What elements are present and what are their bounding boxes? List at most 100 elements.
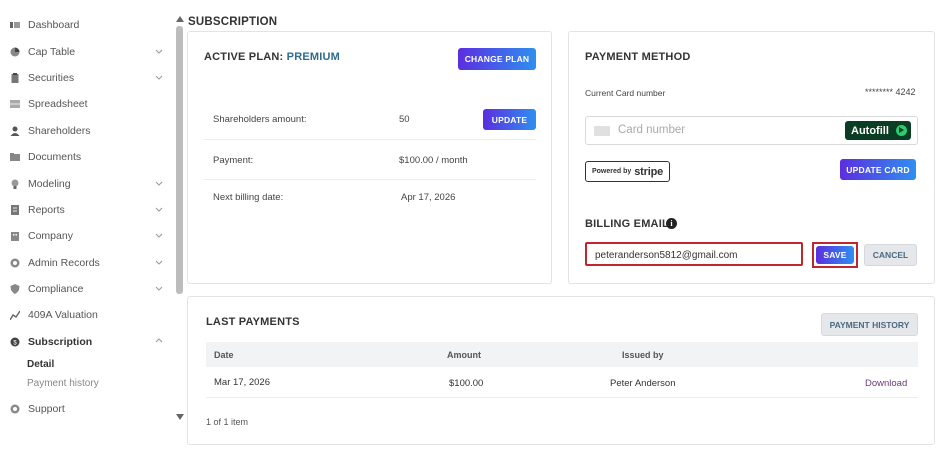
shield-icon (10, 284, 20, 294)
sidebar-item-label: Modeling (28, 178, 71, 190)
support-icon (10, 404, 20, 414)
sidebar-item-subscription[interactable]: $ Subscription (10, 333, 170, 351)
pagination-summary: 1 of 1 item (206, 417, 249, 427)
sidebar-item-409a-valuation[interactable]: 409A Valuation (10, 306, 170, 324)
change-plan-button[interactable]: CHANGE PLAN (458, 48, 536, 70)
active-plan-card: ACTIVE PLAN: PREMIUM CHANGE PLAN Shareho… (187, 31, 552, 284)
scroll-up-arrow-icon[interactable] (176, 16, 184, 22)
shareholders-amount-label: Shareholders amount: (213, 114, 307, 125)
card-number-field[interactable]: Card number Autofill (585, 116, 918, 145)
payment-history-button[interactable]: PAYMENT HISTORY (821, 313, 918, 336)
payment-method-title: PAYMENT METHOD (585, 51, 691, 63)
sidebar-item-dashboard[interactable]: Dashboard (10, 16, 170, 34)
divider (204, 179, 536, 180)
autofill-label: Autofill (851, 124, 889, 137)
next-billing-value: Apr 17, 2026 (401, 192, 456, 203)
sidebar-item-label: Shareholders (28, 125, 91, 137)
autofill-button[interactable]: Autofill (845, 121, 911, 140)
divider (204, 139, 536, 140)
pie-chart-icon (10, 47, 20, 57)
chevron-down-icon[interactable] (154, 178, 164, 188)
sidebar-item-label: Company (28, 230, 73, 242)
shareholders-amount-value: 50 (399, 114, 410, 125)
chevron-down-icon[interactable] (154, 230, 164, 240)
cancel-button[interactable]: CANCEL (864, 244, 917, 266)
sidebar-subitem-detail[interactable]: Detail (27, 359, 54, 370)
powered-by-label: Powered by (591, 168, 632, 175)
chevron-down-icon[interactable] (154, 204, 164, 214)
chevron-down-icon[interactable] (154, 72, 164, 82)
building-icon (11, 232, 19, 241)
card-number-placeholder: Card number (618, 124, 686, 136)
dashboard-icon (10, 22, 20, 28)
active-plan-label: ACTIVE PLAN: (204, 51, 284, 63)
update-card-button[interactable]: UPDATE CARD (840, 159, 916, 180)
download-link[interactable]: Download (865, 378, 907, 389)
table-header: Date Amount Issued by (206, 342, 918, 367)
update-button[interactable]: UPDATE (483, 109, 536, 130)
sidebar-item-label: Subscription (28, 336, 93, 348)
arrow-right-icon (896, 125, 907, 136)
last-payments-title: LAST PAYMENTS (206, 316, 300, 328)
payment-method-card: PAYMENT METHOD Current Card number *****… (568, 31, 935, 284)
sidebar-item-support[interactable]: Support (10, 400, 170, 418)
billing-email-title: BILLING EMAIL (585, 218, 669, 230)
sidebar-item-compliance[interactable]: Compliance (10, 280, 170, 298)
active-plan-heading: ACTIVE PLAN: PREMIUM (204, 51, 340, 63)
chevron-down-icon[interactable] (154, 283, 164, 293)
billing-email-field[interactable] (585, 242, 803, 266)
sidebar: Dashboard Cap Table Securities Spreadshe… (0, 0, 175, 451)
chevron-down-icon[interactable] (154, 46, 164, 56)
sidebar-item-reports[interactable]: Reports (10, 201, 170, 219)
sidebar-item-label: Dashboard (28, 19, 80, 31)
sidebar-scrollbar[interactable] (175, 14, 185, 424)
payment-issued-by: Peter Anderson (610, 378, 676, 389)
credit-card-icon (594, 126, 610, 136)
lightbulb-icon (11, 179, 19, 189)
payment-value: $100.00 / month (399, 155, 468, 166)
clipboard-icon (11, 73, 19, 83)
sidebar-item-label: Cap Table (28, 46, 76, 58)
chevron-down-icon[interactable] (154, 257, 164, 267)
save-button[interactable]: SAVE (816, 246, 854, 264)
sidebar-item-label: Admin Records (28, 257, 100, 269)
info-icon[interactable]: i (666, 218, 677, 229)
sidebar-item-admin-records[interactable]: Admin Records (10, 254, 170, 272)
scroll-thumb[interactable] (176, 26, 183, 294)
divider (206, 397, 918, 398)
sidebar-item-company[interactable]: Company (10, 227, 170, 245)
sidebar-subitem-payment-history[interactable]: Payment history (27, 378, 99, 389)
sidebar-item-label: Reports (28, 204, 65, 216)
payment-date: Mar 17, 2026 (214, 377, 270, 388)
powered-by-stripe-badge[interactable]: Powered by stripe (585, 161, 670, 182)
save-button-highlight: SAVE (812, 242, 858, 268)
column-header-issued-by: Issued by (622, 350, 664, 360)
current-card-value: ******** 4242 (865, 87, 916, 97)
records-icon (10, 258, 20, 268)
folder-icon (10, 153, 20, 161)
person-icon (10, 126, 20, 136)
column-header-date: Date (214, 350, 234, 360)
billing-email-input[interactable] (593, 249, 797, 262)
sidebar-item-label: Securities (28, 72, 75, 84)
sidebar-item-cap-table[interactable]: Cap Table (10, 43, 170, 61)
sidebar-item-securities[interactable]: Securities (10, 69, 170, 87)
sidebar-item-label: Documents (28, 151, 82, 163)
report-icon (11, 205, 19, 215)
chevron-up-icon[interactable] (154, 336, 164, 346)
sidebar-item-spreadsheet[interactable]: Spreadsheet (10, 95, 170, 113)
scroll-down-arrow-icon[interactable] (176, 414, 184, 420)
page-title: SUBSCRIPTION (188, 16, 278, 28)
current-card-label: Current Card number (585, 88, 666, 98)
sidebar-item-label: Support (28, 403, 65, 415)
last-payments-card: LAST PAYMENTS PAYMENT HISTORY Date Amoun… (187, 296, 935, 445)
valuation-icon (10, 310, 20, 320)
sidebar-item-shareholders[interactable]: Shareholders (10, 122, 170, 140)
next-billing-label: Next billing date: (213, 192, 284, 203)
subscription-icon: $ (10, 337, 20, 347)
sidebar-item-modeling[interactable]: Modeling (10, 175, 170, 193)
spreadsheet-icon (10, 100, 20, 108)
sidebar-item-documents[interactable]: Documents (10, 148, 170, 166)
sidebar-item-label: 409A Valuation (28, 309, 98, 321)
payment-amount: $100.00 (449, 378, 484, 389)
